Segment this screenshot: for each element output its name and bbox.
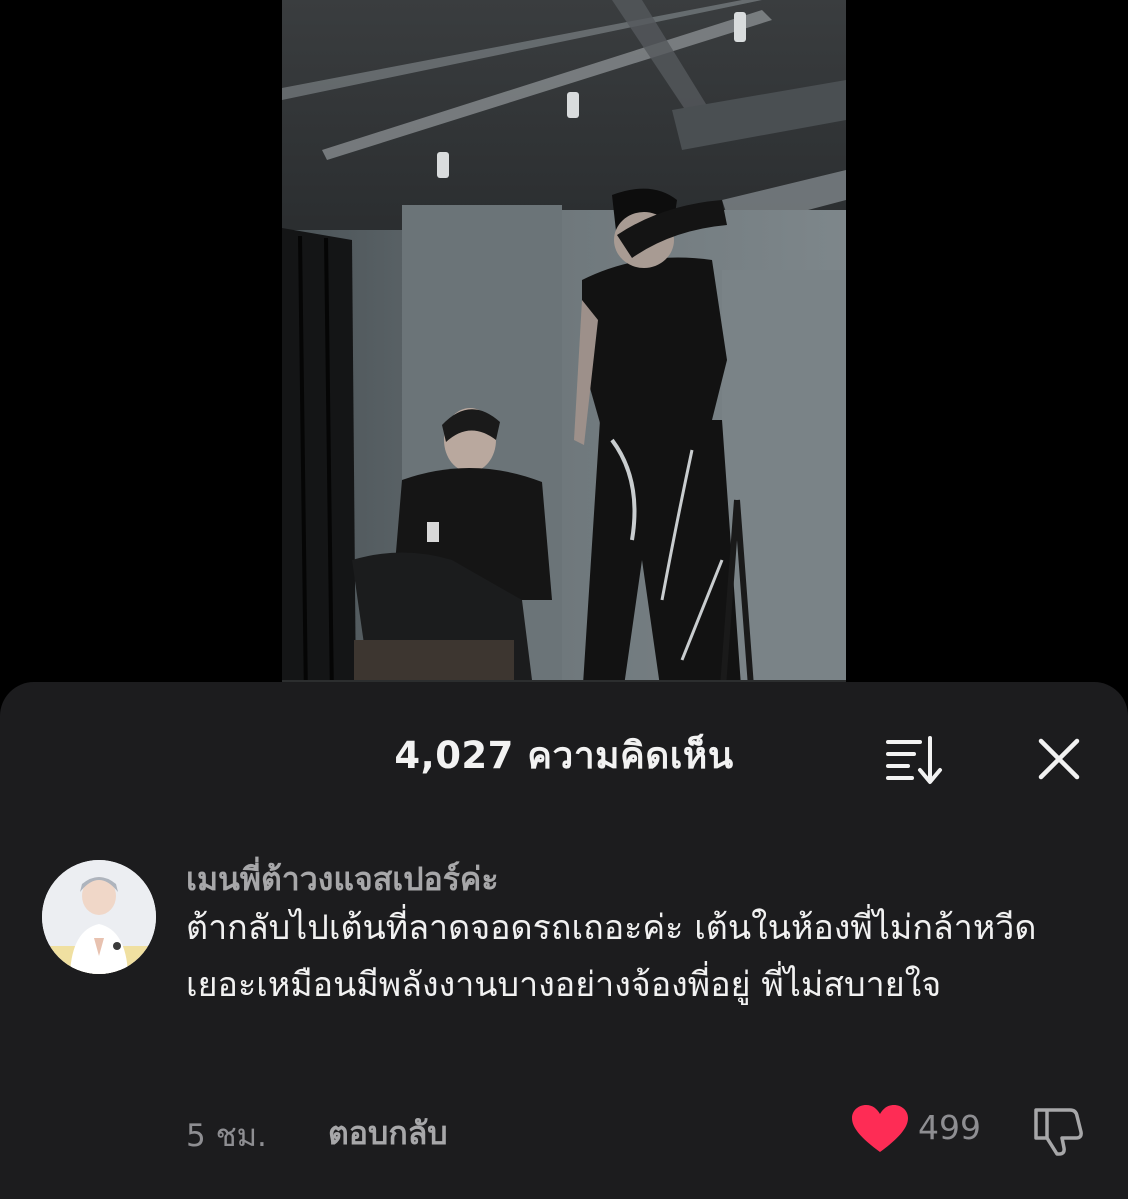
comment-text: ต้ากลับไปเต้นที่ลาดจอดรถเถอะค่ะ เต้นในห้… — [186, 908, 1037, 1005]
comments-header: 4,027 ความคิดเห็น — [0, 682, 1128, 822]
dislike-button[interactable] — [1030, 1104, 1086, 1156]
close-button[interactable] — [1030, 730, 1088, 788]
video-frame[interactable] — [282, 0, 846, 700]
comments-sheet: 4,027 ความคิดเห็น เมนพี่ต้าวงแจสเปอร์ค่ะ… — [0, 682, 1128, 1199]
heart-icon — [852, 1105, 908, 1152]
comment-timestamp: 5 ชม. — [186, 1118, 267, 1154]
comment-count-title: 4,027 ความคิดเห็น — [394, 734, 734, 777]
comment-actions: 5 ชม. ตอบกลับ 499 — [186, 1104, 1086, 1156]
sort-icon — [886, 736, 942, 784]
video-scene-image — [282, 0, 846, 700]
close-icon — [1038, 738, 1080, 780]
avatar[interactable] — [42, 860, 156, 974]
thumbs-down-icon — [1034, 1108, 1083, 1156]
reply-button[interactable]: ตอบกลับ — [328, 1108, 448, 1159]
comment-username[interactable]: เมนพี่ต้าวงแจสเปอร์ค่ะ — [186, 854, 499, 905]
like-button[interactable] — [850, 1104, 910, 1154]
comment-item: เมนพี่ต้าวงแจสเปอร์ค่ะ ต้ากลับไปเต้นที่ล… — [0, 842, 1128, 1182]
like-count: 499 — [918, 1108, 981, 1147]
sort-button[interactable] — [882, 732, 946, 788]
video-area[interactable] — [0, 0, 1128, 700]
avatar-image — [42, 860, 156, 974]
